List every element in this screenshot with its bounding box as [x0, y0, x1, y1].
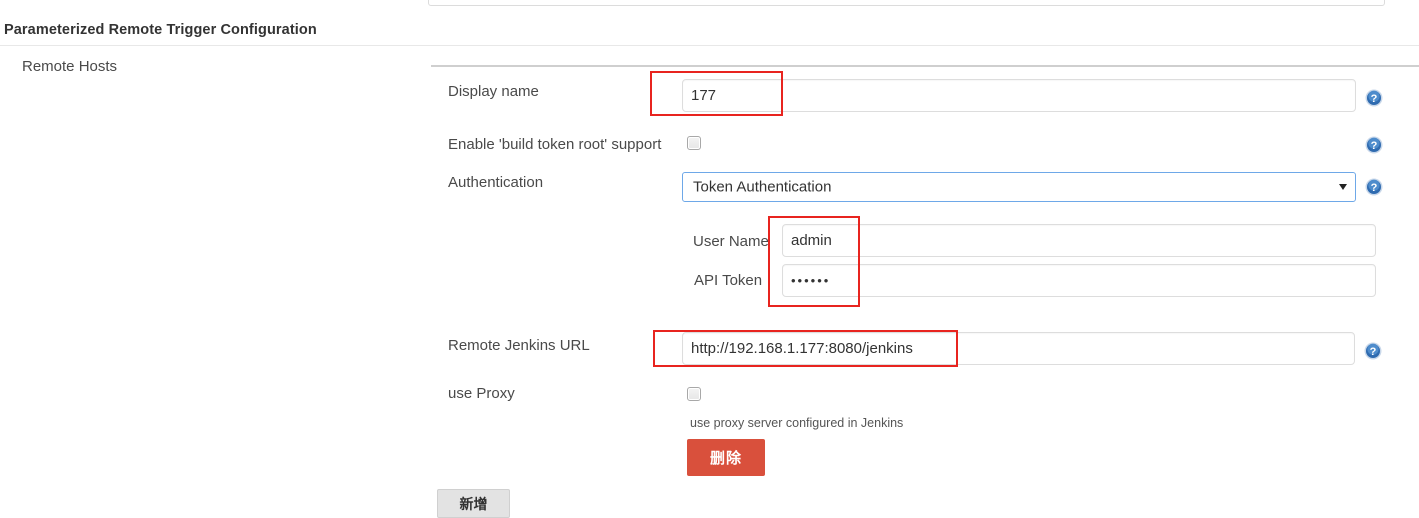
build-token-root-checkbox[interactable] [687, 136, 701, 150]
chevron-down-icon [1339, 184, 1347, 190]
authentication-selected-value: Token Authentication [693, 178, 832, 196]
help-icon-display-name[interactable]: ? [1365, 89, 1383, 107]
help-icon-remote-jenkins-url[interactable]: ? [1364, 342, 1382, 360]
authentication-select[interactable]: Token Authentication [682, 172, 1356, 202]
api-token-input[interactable] [782, 264, 1376, 297]
remote-jenkins-url-input[interactable] [682, 332, 1355, 365]
title-divider [0, 45, 1419, 46]
label-use-proxy: use Proxy [448, 385, 515, 402]
user-name-input[interactable] [782, 224, 1376, 257]
svg-text:?: ? [1371, 182, 1378, 194]
label-authentication: Authentication [448, 174, 544, 191]
group-label-remote-hosts: Remote Hosts [22, 58, 118, 75]
svg-text:?: ? [1371, 93, 1378, 105]
label-build-token-root: Enable 'build token root' support [448, 136, 662, 153]
label-remote-jenkins-url: Remote Jenkins URL [448, 337, 590, 354]
delete-button[interactable]: 删除 [687, 439, 765, 476]
repeatable-block-divider [431, 65, 1419, 67]
help-icon-authentication[interactable]: ? [1365, 178, 1383, 196]
add-button[interactable]: 新增 [437, 489, 510, 518]
help-icon-build-token-root[interactable]: ? [1365, 136, 1383, 154]
use-proxy-hint: use proxy server configured in Jenkins [690, 416, 904, 430]
use-proxy-checkbox[interactable] [687, 387, 701, 401]
label-api-token: API Token [694, 272, 763, 289]
cutoff-field-above [428, 0, 1385, 6]
label-user-name: User Name [693, 233, 769, 250]
page-title: Parameterized Remote Trigger Configurati… [4, 22, 317, 38]
svg-text:?: ? [1370, 346, 1377, 358]
display-name-input[interactable] [682, 79, 1356, 112]
label-display-name: Display name [448, 83, 539, 100]
svg-text:?: ? [1371, 140, 1378, 152]
